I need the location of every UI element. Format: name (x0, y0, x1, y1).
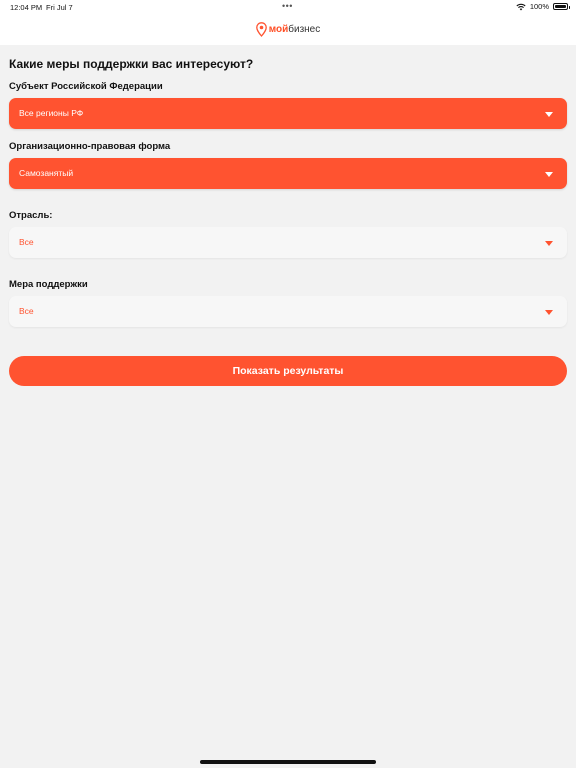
status-indicators: 100% (516, 2, 570, 11)
brand-name-part2: бизнес (288, 23, 321, 35)
chevron-down-icon (545, 241, 553, 246)
region-label: Субъект Российской Федерации (9, 81, 163, 92)
status-date: Fri Jul 7 (46, 3, 73, 12)
region-select[interactable]: Все регионы РФ (9, 98, 567, 129)
region-select-value: Все регионы РФ (19, 108, 84, 118)
top-bar: 12:04 PM Fri Jul 7 ••• 100% мой бизнес (0, 0, 576, 45)
legal-form-label: Организационно-правовая форма (9, 141, 171, 152)
battery-icon (553, 3, 570, 10)
pin-logo-icon (255, 21, 267, 37)
industry-label: Отрасль: (9, 210, 53, 221)
wifi-icon (516, 3, 526, 10)
industry-select[interactable]: Все (9, 227, 567, 258)
industry-select-value: Все (19, 237, 34, 247)
brand-logo: мой бизнес (0, 20, 576, 38)
support-measure-select-value: Все (19, 306, 34, 316)
chevron-down-icon (545, 310, 553, 315)
page-title: Какие меры поддержки вас интересуют? (9, 57, 254, 71)
brand-name-part1: мой (268, 23, 289, 35)
brand-name: мой бизнес (269, 24, 321, 35)
multitasking-dots[interactable]: ••• (282, 1, 293, 11)
chevron-down-icon (545, 112, 553, 117)
battery-percent: 100% (529, 2, 549, 11)
status-time: 12:04 PM (10, 3, 43, 12)
show-results-button[interactable]: Показать результаты (9, 356, 567, 386)
status-bar: 12:04 PM Fri Jul 7 ••• 100% (0, 0, 576, 14)
legal-form-select-value: Самозанятый (19, 168, 74, 178)
home-indicator[interactable] (200, 760, 376, 764)
support-measure-label: Мера поддержки (9, 279, 88, 290)
legal-form-select[interactable]: Самозанятый (9, 158, 567, 189)
chevron-down-icon (545, 172, 553, 177)
support-measure-select[interactable]: Все (9, 296, 567, 327)
